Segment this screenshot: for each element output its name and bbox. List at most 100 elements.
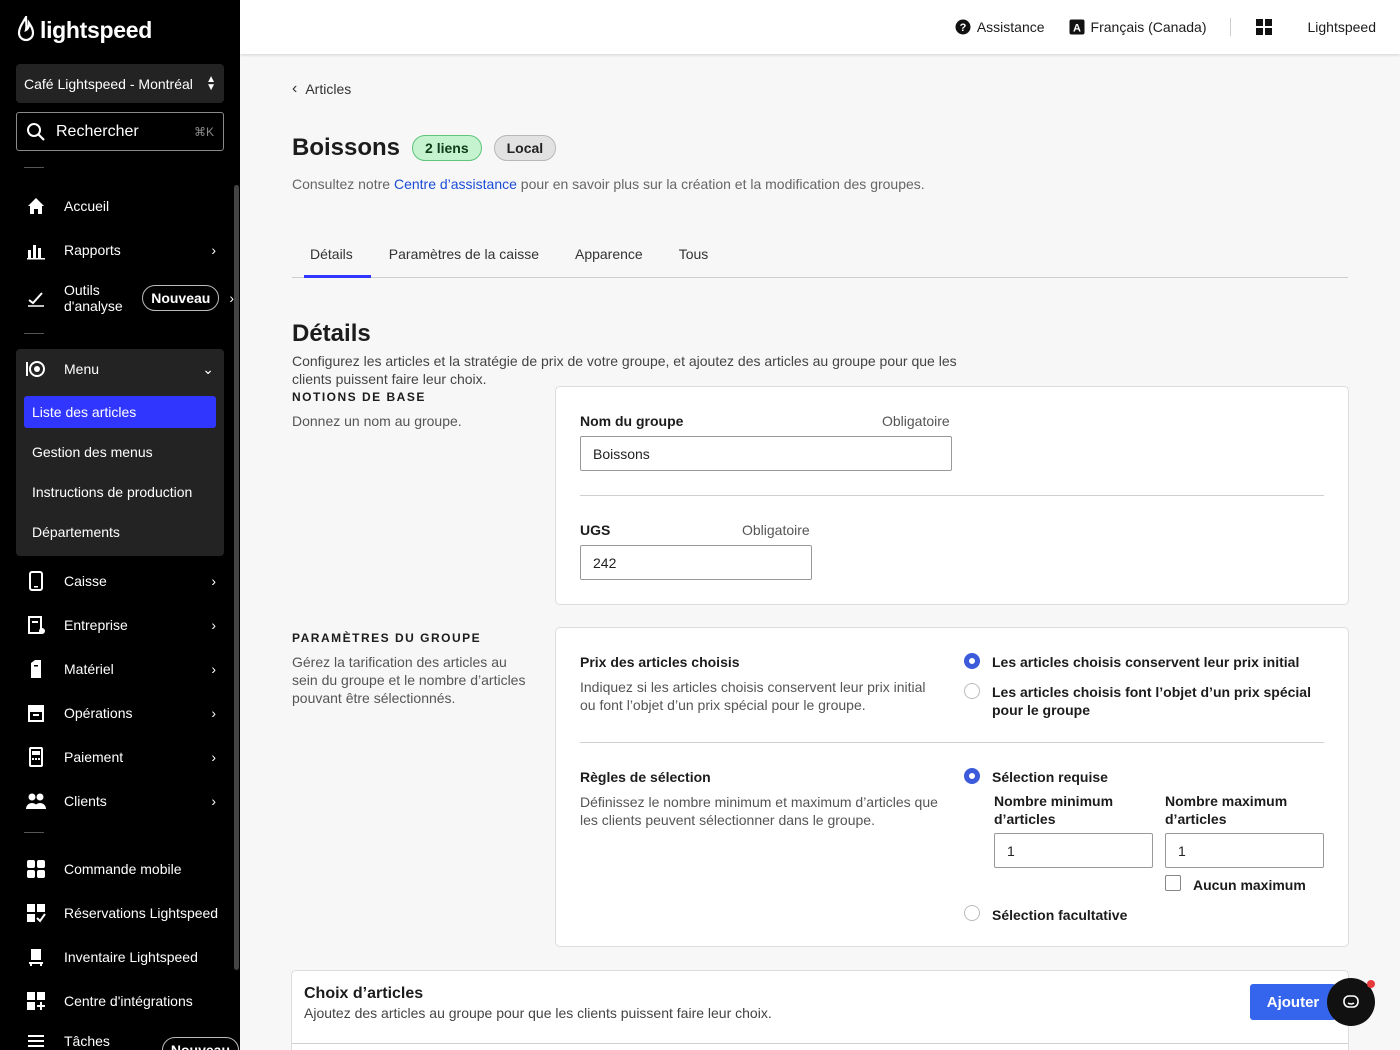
tab-parametres-caisse[interactable]: Paramètres de la caisse bbox=[371, 240, 557, 277]
sidebar-item-label: Tâches bbox=[64, 1033, 110, 1049]
links-badge[interactable]: 2 liens bbox=[412, 135, 482, 161]
sidebar-subitem-instructions[interactable]: Instructions de production bbox=[24, 476, 216, 508]
chevron-right-icon: › bbox=[211, 573, 216, 589]
sidebar-item-outils[interactable]: Outils d'analyse Nouveau › bbox=[24, 280, 234, 316]
top-bar: ? Assistance A Français (Canada) Lightsp… bbox=[240, 0, 1400, 54]
sidebar-item-accueil[interactable]: Accueil bbox=[24, 188, 224, 224]
selection-optional-radio[interactable] bbox=[964, 905, 980, 921]
choices-card: Choix d’articles Ajoutez des articles au… bbox=[291, 970, 1349, 1050]
breadcrumb[interactable]: ‹ Articles bbox=[292, 80, 351, 98]
sidebar-item-rapports[interactable]: Rapports › bbox=[24, 232, 224, 268]
help-center-link[interactable]: Centre d’assistance bbox=[394, 176, 517, 192]
selection-optional-label: Sélection facultative bbox=[992, 907, 1128, 923]
tab-tous[interactable]: Tous bbox=[661, 240, 727, 277]
sidebar-item-label: Rapports bbox=[64, 242, 121, 258]
price-description: Indiquez si les articles choisis conserv… bbox=[580, 679, 926, 713]
chevron-right-icon: › bbox=[211, 661, 216, 677]
sku-input[interactable]: 242 bbox=[580, 545, 812, 580]
tasks-icon bbox=[24, 1029, 48, 1050]
chat-bubble-icon bbox=[1343, 995, 1359, 1008]
sidebar-item-label: Accueil bbox=[64, 198, 110, 214]
subitem-label: Gestion des menus bbox=[32, 444, 153, 460]
help-prefix: Consultez notre bbox=[292, 176, 394, 192]
sidebar-scrollbar[interactable] bbox=[234, 185, 239, 970]
account-label: Lightspeed bbox=[1307, 19, 1376, 35]
menu-label: Menu bbox=[64, 361, 100, 377]
business-icon bbox=[24, 613, 48, 637]
sidebar-item-materiel[interactable]: Matériel › bbox=[24, 651, 224, 687]
search-button[interactable]: Rechercher ⌘K bbox=[16, 112, 224, 151]
sidebar-item-label: Caisse bbox=[64, 573, 107, 589]
tab-apparence[interactable]: Apparence bbox=[557, 240, 661, 277]
chevron-left-icon: ‹ bbox=[292, 80, 298, 97]
inventory-icon bbox=[24, 945, 48, 969]
no-max-label: Aucun maximum bbox=[1193, 877, 1306, 893]
sidebar-item-label: Opérations bbox=[64, 705, 133, 721]
sku-label: UGS bbox=[580, 522, 611, 538]
divider bbox=[292, 1043, 1348, 1044]
group-name-required: Obligatoire bbox=[882, 413, 950, 429]
hardware-icon bbox=[24, 657, 48, 681]
breadcrumb-articles: Articles bbox=[305, 81, 352, 97]
price-special-radio[interactable] bbox=[964, 683, 980, 699]
tab-details[interactable]: Détails bbox=[292, 240, 371, 278]
sidebar-item-inventaire[interactable]: Inventaire Lightspeed bbox=[24, 939, 224, 975]
min-items-input[interactable]: 1 bbox=[994, 833, 1153, 868]
page-header: Boissons 2 liens Local bbox=[292, 134, 557, 162]
menu-section: Menu ⌄ Liste des articles Gestion des me… bbox=[16, 349, 224, 556]
divider bbox=[580, 742, 1324, 743]
no-max-checkbox[interactable] bbox=[1165, 875, 1181, 891]
svg-text:?: ? bbox=[959, 22, 966, 34]
updown-chevron-icon: ▲ ▼ bbox=[206, 73, 216, 93]
sidebar-subitem-departements[interactable]: Départements bbox=[24, 516, 216, 548]
sidebar-item-label: Outils d'analyse bbox=[64, 282, 123, 314]
svg-text:A: A bbox=[1073, 23, 1081, 35]
sidebar-item-entreprise[interactable]: Entreprise › bbox=[24, 607, 224, 643]
search-label: Rechercher bbox=[56, 122, 139, 140]
divider bbox=[24, 832, 44, 833]
sidebar-item-reservations[interactable]: Réservations Lightspeed bbox=[24, 895, 224, 931]
sidebar-item-commande-mobile[interactable]: Commande mobile bbox=[24, 851, 224, 887]
local-badge: Local bbox=[493, 135, 557, 161]
menu-icon bbox=[24, 357, 48, 381]
subitem-label: Liste des articles bbox=[32, 404, 137, 420]
chevron-right-icon: › bbox=[211, 705, 216, 721]
sidebar-item-integrations[interactable]: Centre d'intégrations bbox=[24, 983, 224, 1019]
operations-icon bbox=[24, 701, 48, 725]
sidebar-subitem-gestion-menus[interactable]: Gestion des menus bbox=[24, 436, 216, 468]
new-badge: Nouveau bbox=[161, 1037, 239, 1050]
chevron-right-icon: › bbox=[211, 749, 216, 765]
assistance-label: Assistance bbox=[976, 19, 1045, 35]
page-title: Boissons bbox=[292, 134, 401, 161]
sidebar-subitem-liste-articles[interactable]: Liste des articles bbox=[24, 396, 216, 428]
sidebar-item-label: Paiement bbox=[64, 749, 124, 765]
store-selector[interactable]: Café Lightspeed - Montréal ▲ ▼ bbox=[16, 64, 224, 103]
assistance-button[interactable]: ? Assistance bbox=[955, 19, 1045, 35]
choices-title: Choix d’articles bbox=[304, 985, 424, 1002]
max-items-input[interactable]: 1 bbox=[1165, 833, 1324, 868]
analytics-icon bbox=[24, 286, 48, 310]
sidebar-item-operations[interactable]: Opérations › bbox=[24, 695, 224, 731]
chevron-right-icon: › bbox=[211, 242, 216, 258]
group-name-label: Nom du groupe bbox=[580, 413, 684, 429]
sidebar-item-clients[interactable]: Clients › bbox=[24, 783, 224, 819]
sidebar-item-taches[interactable]: Tâches Nouveau bbox=[24, 1023, 239, 1050]
sidebar-item-caisse[interactable]: Caisse › bbox=[24, 563, 224, 599]
group-name-input[interactable]: Boissons bbox=[580, 436, 952, 471]
chevron-right-icon: › bbox=[211, 617, 216, 633]
sidebar-item-label: Réservations Lightspeed bbox=[64, 905, 219, 921]
price-keep-radio[interactable] bbox=[964, 653, 980, 669]
selection-required-radio[interactable] bbox=[964, 768, 980, 784]
integrations-icon bbox=[24, 989, 48, 1013]
sidebar-item-paiement[interactable]: Paiement › bbox=[24, 739, 224, 775]
language-selector[interactable]: A Français (Canada) bbox=[1069, 19, 1206, 35]
lightspeed-logo[interactable]: lightspeed bbox=[16, 16, 152, 44]
add-items-button[interactable]: Ajouter bbox=[1250, 984, 1336, 1020]
apps-grid-icon bbox=[1256, 19, 1273, 35]
account-menu[interactable]: Lightspeed bbox=[1307, 19, 1376, 35]
apps-grid-button[interactable] bbox=[1255, 18, 1273, 36]
help-suffix: pour en savoir plus sur la création et l… bbox=[516, 176, 925, 192]
subitem-label: Instructions de production bbox=[32, 484, 193, 500]
price-keep-label: Les articles choisis conservent leur pri… bbox=[992, 654, 1300, 670]
sidebar-item-menu[interactable]: Menu ⌄ bbox=[24, 351, 216, 387]
